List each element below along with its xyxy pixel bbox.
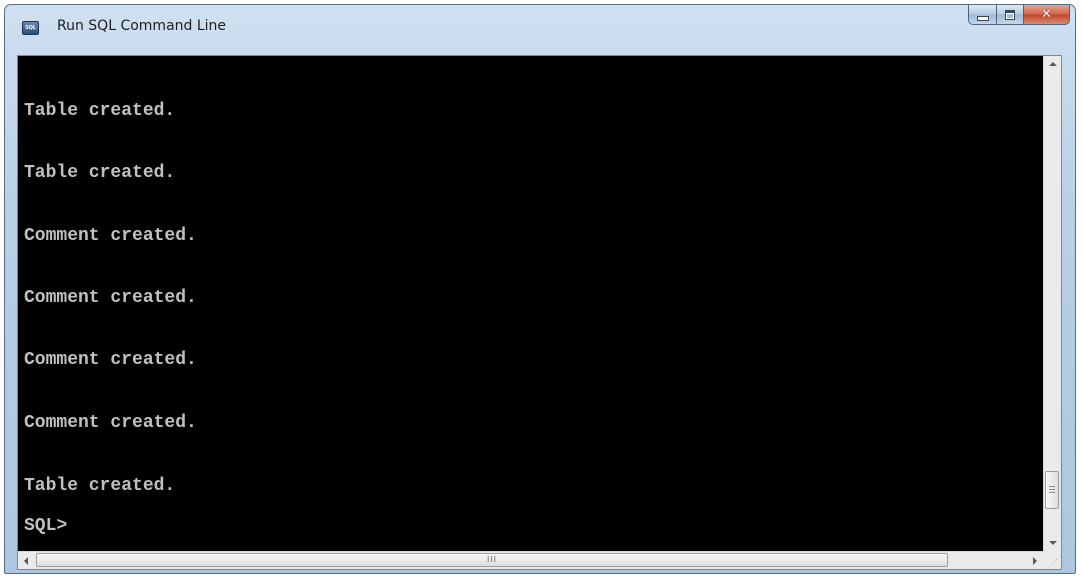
console-line: Table created. [24, 163, 176, 183]
console-line: Comment created. [24, 413, 197, 433]
maximize-icon [1005, 9, 1015, 20]
console-output[interactable]: Table created. Table created. Comment cr… [18, 56, 1043, 551]
scroll-up-arrow-icon[interactable] [1049, 62, 1057, 66]
console-line: Table created. [24, 101, 176, 121]
vertical-scrollbar[interactable] [1043, 56, 1061, 551]
horizontal-scroll-thumb[interactable]: III [36, 553, 948, 567]
window-title: Run SQL Command Line [57, 18, 227, 34]
vertical-scroll-thumb[interactable] [1045, 471, 1059, 509]
scroll-right-arrow-icon[interactable] [1033, 557, 1037, 565]
console-line: Comment created. [24, 226, 197, 246]
horizontal-scrollbar[interactable]: III [18, 551, 1043, 569]
sql-prompt[interactable]: SQL> [24, 516, 67, 536]
resize-grip-icon: ⋰ [1051, 558, 1058, 566]
title-bar[interactable]: SQL Run SQL Command Line ✕ [5, 5, 1075, 55]
minimize-button[interactable] [968, 5, 996, 25]
scroll-down-arrow-icon[interactable] [1049, 541, 1057, 545]
grip-line [1049, 489, 1055, 490]
close-button[interactable]: ✕ [1024, 5, 1070, 25]
minimize-icon [976, 15, 989, 21]
grip-line [1049, 492, 1055, 493]
close-icon: ✕ [1041, 7, 1052, 22]
size-grip[interactable]: ⋰ [1043, 551, 1061, 569]
console-line: Comment created. [24, 288, 197, 308]
thumb-grip-icon: III [486, 555, 498, 564]
sql-icon[interactable]: SQL [22, 21, 39, 35]
console-line: Table created. [24, 476, 176, 496]
grip-line [1049, 486, 1055, 487]
console-area: Table created. Table created. Comment cr… [17, 55, 1062, 570]
sql-command-window: SQL Run SQL Command Line ✕ Table created… [4, 4, 1076, 574]
caption-buttons: ✕ [968, 5, 1070, 26]
maximize-button[interactable] [996, 5, 1024, 25]
console-line: Comment created. [24, 350, 197, 370]
scroll-left-arrow-icon[interactable] [24, 557, 28, 565]
